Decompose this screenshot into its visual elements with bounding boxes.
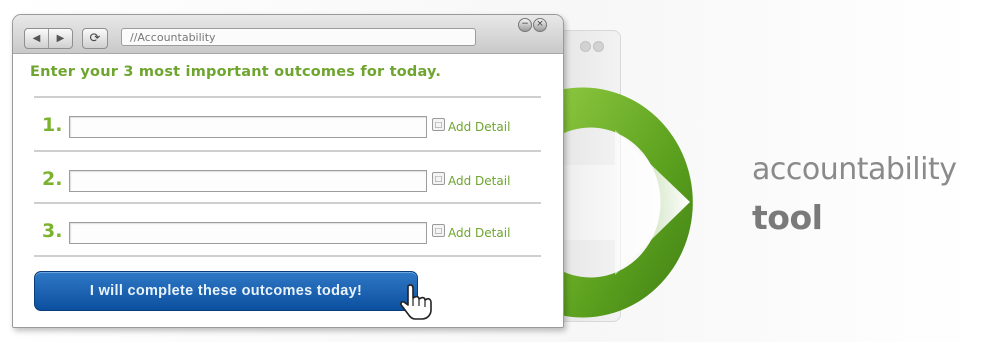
outcome-row: 3. □ Add Detail bbox=[34, 206, 541, 258]
note-icon[interactable]: □ bbox=[432, 172, 445, 185]
outcome-number: 2. bbox=[42, 168, 63, 190]
outcome-input[interactable] bbox=[69, 170, 427, 192]
promo-line-2: tool bbox=[752, 198, 823, 237]
form-heading: Enter your 3 most important outcomes for… bbox=[30, 64, 442, 80]
add-detail-link[interactable]: Add Detail bbox=[448, 174, 510, 188]
outcome-number: 3. bbox=[42, 220, 63, 242]
minimize-icon[interactable]: − bbox=[518, 18, 532, 32]
ghost-window-button-icon bbox=[580, 41, 591, 52]
outcome-input[interactable] bbox=[69, 116, 427, 138]
divider bbox=[34, 96, 541, 98]
outcome-row: 1. □ Add Detail bbox=[34, 100, 541, 152]
close-icon[interactable]: × bbox=[533, 18, 547, 32]
back-arrow-icon[interactable]: ◀ bbox=[25, 29, 48, 48]
promo-line-1: accountability bbox=[752, 152, 957, 187]
promo-tagline: accountability tool bbox=[752, 146, 957, 242]
note-icon[interactable]: □ bbox=[432, 118, 445, 131]
refresh-icon[interactable]: ⟳ bbox=[82, 28, 108, 49]
note-icon[interactable]: □ bbox=[432, 224, 445, 237]
title-bar: ◀ ▶ ⟳ //Accountability − × bbox=[13, 15, 563, 54]
commit-outcomes-button[interactable]: I will complete these outcomes today! bbox=[34, 271, 418, 311]
divider bbox=[34, 202, 541, 204]
outcome-row: 2. □ Add Detail bbox=[34, 154, 541, 206]
outcome-number: 1. bbox=[42, 114, 63, 136]
add-detail-link[interactable]: Add Detail bbox=[448, 226, 510, 240]
hand-pointer-icon bbox=[400, 284, 432, 320]
stage: accountability tool ◀ ▶ ⟳ //Accountabili… bbox=[0, 0, 982, 342]
outcome-input[interactable] bbox=[69, 222, 427, 244]
address-bar[interactable]: //Accountability bbox=[121, 28, 476, 46]
nav-buttons: ◀ ▶ bbox=[24, 28, 73, 49]
app-window: ◀ ▶ ⟳ //Accountability − × Enter your 3 … bbox=[12, 14, 564, 328]
divider bbox=[34, 255, 541, 257]
forward-arrow-icon[interactable]: ▶ bbox=[48, 29, 72, 48]
divider bbox=[34, 150, 541, 152]
add-detail-link[interactable]: Add Detail bbox=[448, 120, 510, 134]
ghost-window-button-icon bbox=[593, 41, 604, 52]
